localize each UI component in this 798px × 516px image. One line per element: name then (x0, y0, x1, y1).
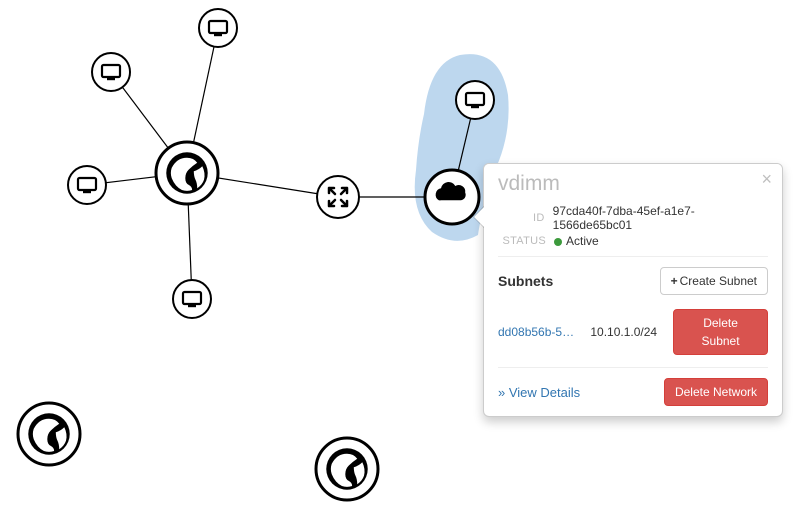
delete-network-button[interactable]: Delete Network (664, 378, 768, 406)
status-active-icon (554, 238, 562, 246)
subnet-cidr: 10.10.1.0/24 (590, 325, 663, 339)
instance-node[interactable] (173, 280, 211, 318)
instance-node[interactable] (92, 53, 130, 91)
popover-title: vdimm (484, 164, 782, 204)
delete-subnet-button[interactable]: Delete Subnet (673, 309, 768, 355)
create-subnet-label: Create Subnet (680, 274, 757, 288)
plus-icon: + (671, 274, 678, 288)
id-label: ID (498, 212, 553, 224)
create-subnet-button[interactable]: +Create Subnet (660, 267, 768, 295)
router-node[interactable] (317, 176, 359, 218)
network-node-main[interactable] (156, 142, 218, 204)
network-node[interactable] (18, 403, 80, 465)
close-button[interactable]: × (761, 170, 772, 188)
popover-arrow (473, 206, 484, 228)
instance-node[interactable] (456, 81, 494, 119)
status-label: STATUS (498, 235, 554, 247)
instance-node[interactable] (199, 9, 237, 47)
instance-node[interactable] (68, 166, 106, 204)
id-value: 97cda40f-7dba-45ef-a1e7-1566de65bc01 (553, 204, 768, 232)
close-icon: × (761, 169, 772, 189)
view-details-link[interactable]: » View Details (498, 385, 580, 400)
subnets-heading: Subnets (498, 273, 553, 289)
status-value: Active (566, 234, 599, 248)
subnet-link[interactable]: dd08b56b-53… (498, 325, 580, 339)
subnet-row: dd08b56b-53… 10.10.1.0/24 Delete Subnet (498, 305, 768, 367)
cloud-network-node-selected[interactable] (425, 170, 479, 224)
network-node[interactable] (316, 438, 378, 500)
network-details-popover: × vdimm ID 97cda40f-7dba-45ef-a1e7-1566d… (483, 163, 783, 417)
